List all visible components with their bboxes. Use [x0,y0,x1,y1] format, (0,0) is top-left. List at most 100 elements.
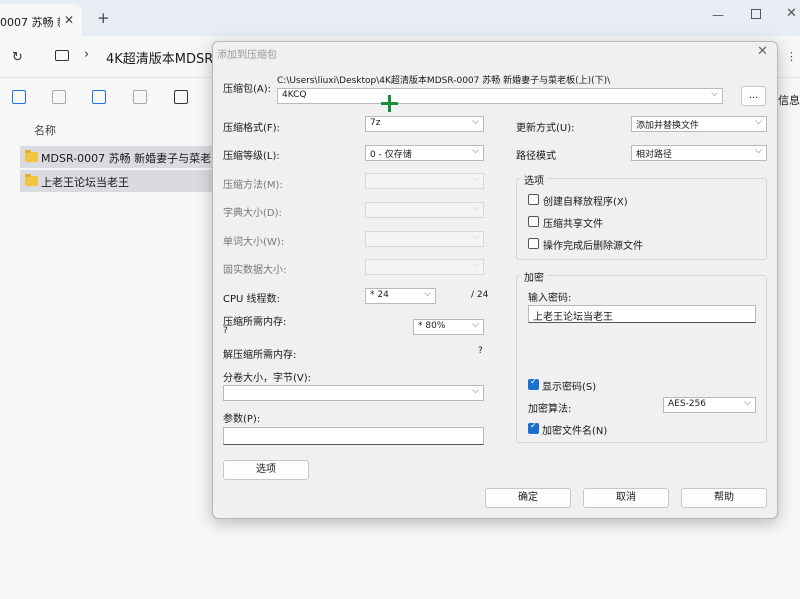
more-icon[interactable]: ⋮ [786,50,797,63]
memory-label: 压缩所需内存: [223,317,287,328]
dialog-title: 添加到压缩包 [217,50,277,61]
parameters-input[interactable] [223,427,484,445]
help-button[interactable]: 帮助 [681,488,767,508]
close-icon[interactable]: ✕ [757,44,768,59]
file-name: 上老王论坛当老王 [41,176,129,189]
add-to-archive-dialog: 添加到压缩包 ✕ 压缩包(A): C:\Users\liuxi\Desktop\… [212,41,778,519]
paste-icon[interactable] [52,90,66,104]
explorer-tab[interactable]: 0007 苏畅 新 ✕ [0,4,82,36]
chevron-right-icon[interactable]: › [84,47,89,62]
file-name: MDSR-0007 苏畅 新婚妻子与菜老板 [41,152,211,165]
encryption-method-value: AES-256 [668,399,706,409]
new-tab-icon[interactable]: + [97,11,110,26]
folder-icon [25,174,38,186]
password-input[interactable]: 上老王论坛当老王 [528,305,756,323]
format-value: 7z [370,118,381,128]
close-icon[interactable]: ✕ [64,13,74,27]
show-password-checkbox[interactable] [528,377,539,390]
options-button[interactable]: 选项 [223,460,309,480]
archive-name-combo[interactable]: 4KCQ ⌵ [277,88,723,104]
chevron-down-icon: ⌵ [424,289,431,299]
tab-bar: 0007 苏畅 新 ✕ + — ✕ [0,0,800,36]
chevron-down-icon[interactable]: ⌵ [711,89,718,99]
update-mode-value: 添加并替换文件 [636,121,700,131]
chevron-down-icon: ⌵ [755,117,762,127]
memory-unknown: ? [223,326,228,336]
cpu-total: / 24 [471,290,489,300]
path-mode-value: 相对路径 [636,150,673,160]
encryption-method-select[interactable]: AES-256 ⌵ [663,397,756,413]
chevron-down-icon: ⌵ [472,117,479,127]
chevron-down-icon: ⌵ [472,146,479,156]
encryption-group-title: 加密 [521,269,547,284]
options-group: 选项 创建自释放程序(X) 压缩共享文件 操作完成后删除源文件 [516,172,767,260]
archive-name-value: 4KCQ [282,90,307,100]
column-header-name[interactable]: 名称 [34,122,56,138]
chevron-down-icon: ⌵ [472,232,479,242]
cpu-value: * 24 [370,290,389,300]
file-row[interactable]: 上老王论坛当老王 [20,170,212,192]
method-label: 压缩方法(M): [223,180,283,191]
chevron-down-icon: ⌵ [472,320,479,330]
level-label: 压缩等级(L): [223,151,280,162]
decompress-memory-label: 解压缩所需内存: [223,350,297,361]
sfx-label[interactable]: 创建自释放程序(X) [543,193,628,208]
format-select[interactable]: 7z ⌵ [365,116,484,132]
parameters-label: 参数(P): [223,414,261,425]
chevron-down-icon: ⌵ [472,203,479,213]
options-group-title: 选项 [521,172,547,187]
word-select: ⌵ [365,231,484,247]
split-size-label: 分卷大小，字节(V): [223,373,312,384]
sfx-checkbox[interactable] [528,194,539,205]
split-size-combo[interactable]: ⌵ [223,385,484,401]
cpu-label: CPU 线程数: [223,294,280,305]
tab-title: 0007 苏畅 新 [0,16,60,29]
ok-button[interactable]: 确定 [485,488,571,508]
path-mode-select[interactable]: 相对路径 ⌵ [631,145,767,161]
address-path[interactable]: 4K超清版本MDSR-0 [106,48,212,67]
share-icon[interactable] [133,90,147,104]
level-value: 0 - 仅存储 [370,150,412,160]
solid-select: ⌵ [365,259,484,275]
refresh-icon[interactable]: ↻ [12,50,23,65]
encrypt-filenames-label[interactable]: 加密文件名(N) [542,422,607,437]
copy-icon[interactable] [12,90,26,104]
level-select[interactable]: 0 - 仅存储 ⌵ [365,145,484,161]
memory-select[interactable]: * 80% ⌵ [413,319,484,335]
dict-select: ⌵ [365,202,484,218]
chevron-down-icon: ⌵ [472,174,479,184]
encryption-group: 加密 输入密码: 上老王论坛当老王 显示密码(S) 加密算法: AES-256 … [516,269,767,443]
crosshair-cursor-icon [381,95,398,112]
encrypt-filenames-checkbox[interactable] [528,421,539,434]
solid-label: 固实数据大小: [223,265,287,276]
shared-files-label[interactable]: 压缩共享文件 [543,215,603,230]
rename-icon[interactable] [92,90,106,104]
maximize-icon[interactable] [751,9,761,19]
memory-value: * 80% [418,321,446,331]
password-label: 输入密码: [528,293,572,304]
method-select: ⌵ [365,173,484,189]
encryption-method-label: 加密算法: [528,404,572,415]
file-row[interactable]: MDSR-0007 苏畅 新婚妻子与菜老板 [20,146,212,168]
chevron-down-icon: ⌵ [755,146,762,156]
chevron-down-icon: ⌵ [472,386,479,396]
chevron-down-icon: ⌵ [744,398,751,408]
update-mode-select[interactable]: 添加并替换文件 ⌵ [631,116,767,132]
window-close-icon[interactable]: ✕ [786,6,797,21]
archive-path: C:\Users\liuxi\Desktop\4K超清版本MDSR-0007 苏… [277,76,611,86]
update-mode-label: 更新方式(U): [516,123,575,134]
word-label: 单词大小(W): [223,237,285,248]
path-mode-label: 路径模式 [516,151,556,162]
monitor-icon[interactable] [55,50,69,61]
browse-button[interactable]: ... [741,86,766,106]
show-password-label[interactable]: 显示密码(S) [542,378,596,393]
minimize-icon[interactable]: — [712,8,724,22]
details-label[interactable]: 信息 [778,92,800,108]
delete-source-checkbox[interactable] [528,238,539,249]
cancel-button[interactable]: 取消 [583,488,669,508]
dict-label: 字典大小(D): [223,208,282,219]
shared-files-checkbox[interactable] [528,216,539,227]
cpu-select[interactable]: * 24 ⌵ [365,288,436,304]
delete-icon[interactable] [174,90,188,104]
delete-source-label[interactable]: 操作完成后删除源文件 [543,237,643,252]
